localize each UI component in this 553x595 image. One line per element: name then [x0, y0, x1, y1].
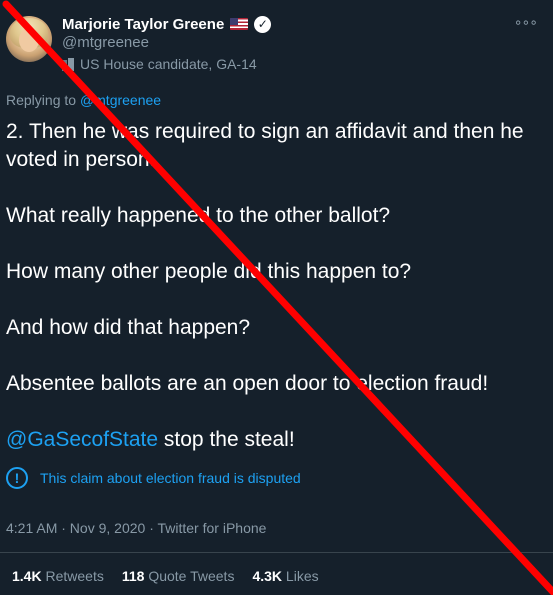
divider — [0, 552, 553, 553]
tweet-text-rest: stop the steal! — [158, 428, 295, 451]
tweet-paragraph: What really happened to the other ballot… — [6, 204, 391, 227]
replying-to: Replying to @mtgreenee — [6, 92, 161, 108]
tweet-header: Marjorie Taylor Greene ✓ @mtgreenee US H… — [6, 8, 547, 78]
retweets-count: 1.4K — [12, 568, 42, 584]
tweet-paragraph: 2. Then he was required to sign an affid… — [6, 120, 524, 171]
info-icon: ! — [6, 467, 28, 489]
replying-prefix: Replying to — [6, 92, 80, 108]
tweet-body: 2. Then he was required to sign an affid… — [6, 118, 536, 482]
account-label-text: US House candidate, GA-14 — [80, 56, 257, 72]
quotes-count: 118 — [121, 568, 145, 584]
tweet-paragraph: Absentee ballots are an open door to ele… — [6, 372, 489, 395]
likes-count: 4.3K — [252, 568, 283, 584]
us-flag-icon — [230, 18, 249, 30]
tweet-paragraph: @GaSecofState stop the steal! — [6, 426, 536, 454]
retweets-stat[interactable]: 1.4K Retweets — [12, 568, 104, 584]
disputed-claim-link[interactable]: This claim about election fraud is dispu… — [40, 470, 301, 486]
retweets-label: Retweets — [45, 568, 104, 584]
quotes-label: Quote Tweets — [148, 568, 235, 584]
tweet-timestamp[interactable]: 4:21 AM · Nov 9, 2020 · Twitter for iPho… — [6, 520, 266, 536]
tweet-paragraph: How many other people did this happen to… — [6, 260, 412, 283]
replying-handle-link[interactable]: @mtgreenee — [80, 92, 161, 108]
likes-stat[interactable]: 4.3K Likes — [252, 568, 318, 584]
government-building-icon — [62, 57, 74, 71]
more-options-icon[interactable]: ∘∘∘ — [514, 14, 538, 31]
tweet-stats: 1.4K Retweets 118 Quote Tweets 4.3K Like… — [12, 568, 319, 584]
disputed-claim-notice[interactable]: ! This claim about election fraud is dis… — [6, 467, 301, 489]
tweet-paragraph: And how did that happen? — [6, 316, 251, 339]
author-name[interactable]: Marjorie Taylor Greene — [62, 16, 224, 33]
author-handle[interactable]: @mtgreenee — [62, 34, 149, 51]
author-avatar[interactable] — [6, 16, 52, 62]
likes-label: Likes — [285, 568, 319, 584]
author-name-row: Marjorie Taylor Greene ✓ — [62, 14, 272, 34]
account-label: US House candidate, GA-14 — [62, 56, 257, 72]
quote-tweets-stat[interactable]: 118 Quote Tweets — [122, 568, 235, 584]
verified-badge-icon: ✓ — [254, 15, 272, 33]
mention-link[interactable]: @GaSecofState — [6, 428, 158, 451]
